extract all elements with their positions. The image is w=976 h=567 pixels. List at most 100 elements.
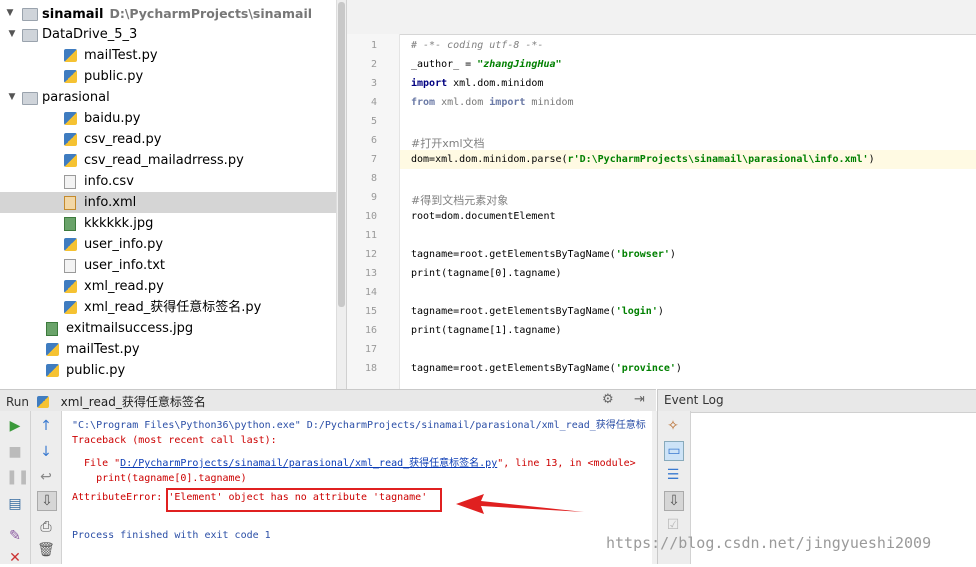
tree-item[interactable]: csv_read_mailadrress.py: [0, 150, 336, 171]
watermark: https://blog.csdn.net/jingyueshi2009: [606, 534, 932, 552]
project-tree: ▼ sinamail D:\PycharmProjects\sinamail ▼ D…: [0, 0, 336, 389]
stop-icon[interactable]: ■: [6, 443, 24, 461]
scrollbar-thumb[interactable]: [338, 2, 345, 307]
tree-item[interactable]: info.csv: [0, 171, 336, 192]
tree-item-label: DataDrive_5_3: [42, 27, 138, 42]
tree-item-label: public.py: [84, 69, 144, 84]
console-finished: Process finished with exit code 1: [72, 530, 271, 541]
soft-wrap-icon[interactable]: ↩: [37, 468, 55, 486]
settings-icon[interactable]: ☰: [664, 466, 682, 484]
close-icon[interactable]: ✕: [6, 549, 24, 567]
tree-item-label: user_info.txt: [84, 258, 166, 273]
wrench-icon[interactable]: ✧: [664, 417, 682, 435]
code-line-2: _author_ = "zhangJingHua": [411, 59, 562, 70]
xml-file-icon: [64, 196, 76, 210]
tree-scrollbar[interactable]: [336, 0, 346, 389]
root-name: sinamail: [42, 7, 104, 22]
line-number: 12: [364, 249, 377, 260]
console-code-line: print(tagname[0].tagname): [72, 473, 247, 484]
code-editor[interactable]: # -*- coding utf-8 -*- _author_ = "zhang…: [346, 0, 976, 389]
line-number: 16: [364, 325, 377, 336]
tree-item[interactable]: public.py: [0, 66, 336, 87]
python-file-icon: [36, 396, 49, 408]
tree-item[interactable]: kkkkkk.jpg: [0, 213, 336, 234]
tree-item[interactable]: csv_read.py: [0, 129, 336, 150]
line-number: 18: [364, 363, 377, 374]
text-file-icon: [64, 259, 76, 273]
run-label: Run: [6, 395, 30, 409]
tree-item-label: exitmailsuccess.jpg: [66, 321, 194, 336]
console-traceback: Traceback (most recent call last):: [72, 435, 277, 446]
code-line-7: dom=xml.dom.minidom.parse(r'D:\PycharmPr…: [411, 154, 875, 165]
code-line-13: print(tagname[0].tagname): [411, 268, 562, 279]
tree-item-label: xml_read.py: [84, 279, 164, 294]
python-file-icon: [64, 280, 77, 293]
tree-item[interactable]: ▼ DataDrive_5_3: [0, 24, 336, 45]
tree-item[interactable]: user_info.txt: [0, 255, 336, 276]
down-arrow-icon[interactable]: ↓: [37, 443, 55, 461]
gear-icon[interactable]: ⚙: [602, 392, 614, 407]
run-config-name[interactable]: xml_read_获得任意标签名: [61, 395, 206, 409]
expand-arrow-icon[interactable]: ▼: [4, 3, 16, 24]
tree-item-label: baidu.py: [84, 111, 141, 126]
code-line-1: # -*- coding utf-8 -*-: [411, 40, 544, 51]
tree-item[interactable]: xml_read_获得任意标签名.py: [0, 297, 336, 318]
red-arrow-icon: [456, 494, 584, 514]
tree-item-label: info.xml: [84, 195, 137, 210]
line-number: 13: [364, 268, 377, 279]
run-toolbar-secondary: ↑ ↓ ↩ ⇩ ⎙ 🗑: [31, 411, 62, 564]
folder-icon: [22, 29, 38, 42]
line-number: 17: [364, 344, 377, 355]
tree-item[interactable]: baidu.py: [0, 108, 336, 129]
image-file-icon: [46, 322, 58, 336]
expand-arrow-icon[interactable]: ▼: [6, 87, 18, 108]
tree-item-label: user_info.py: [84, 237, 164, 252]
tree-item-label: info.csv: [84, 174, 134, 189]
tree-item[interactable]: mailTest.py: [0, 45, 336, 66]
balloon-icon[interactable]: ▭: [664, 441, 684, 461]
print-icon[interactable]: ⎙: [37, 518, 55, 536]
line-number: 6: [370, 135, 377, 146]
tree-item-label: csv_read_mailadrress.py: [84, 153, 244, 168]
code-line-4: from xml.dom import minidom: [411, 97, 574, 108]
tree-root[interactable]: ▼ sinamail D:\PycharmProjects\sinamail: [0, 3, 336, 24]
run-toolbar: ▶ ■ ❚❚ ▤ ✎ ✕: [0, 411, 31, 567]
tree-item-label: kkkkkk.jpg: [84, 216, 154, 231]
rerun-icon[interactable]: ▶: [6, 417, 24, 435]
python-file-icon: [64, 133, 77, 146]
line-number: 2: [370, 59, 377, 70]
expand-arrow-icon[interactable]: ▼: [6, 24, 18, 45]
image-file-icon: [64, 217, 76, 231]
line-number: 3: [370, 78, 377, 89]
layout-icon[interactable]: ▤: [6, 495, 24, 513]
code-line-15: tagname=root.getElementsByTagName('login…: [411, 306, 664, 317]
python-file-icon: [64, 70, 77, 83]
pause-icon[interactable]: ❚❚: [6, 468, 29, 486]
tree-item-label: mailTest.py: [84, 48, 158, 63]
console-command: "C:\Program Files\Python36\python.exe" D…: [72, 420, 646, 431]
error-file-link[interactable]: D:/PycharmProjects/sinamail/parasional/x…: [120, 458, 497, 469]
line-number: 5: [370, 116, 377, 127]
console-file-line: File "D:/PycharmProjects/sinamail/parasi…: [72, 458, 636, 469]
tree-item[interactable]: exitmailsuccess.jpg: [0, 318, 336, 339]
line-number: 11: [364, 230, 377, 241]
pin-icon[interactable]: ✎: [6, 527, 24, 545]
tree-item[interactable]: mailTest.py: [0, 339, 336, 360]
tree-item[interactable]: public.py: [0, 360, 336, 381]
up-arrow-icon[interactable]: ↑: [37, 417, 55, 435]
tree-item-label: xml_read_获得任意标签名.py: [84, 300, 262, 315]
hide-panel-icon[interactable]: ⇥: [634, 392, 645, 407]
folder-icon: [22, 92, 38, 105]
line-number: 4: [370, 97, 377, 108]
tree-item[interactable]: ▼ parasional: [0, 87, 336, 108]
mark-read-icon[interactable]: ☑: [664, 516, 682, 534]
tree-item[interactable]: user_info.py: [0, 234, 336, 255]
error-highlight-box: [166, 488, 442, 512]
scroll-to-end-icon[interactable]: ⇩: [37, 491, 57, 511]
line-number: 1: [370, 40, 377, 51]
tree-item[interactable]: info.xml: [0, 192, 336, 213]
tree-item[interactable]: xml_read.py: [0, 276, 336, 297]
trash-icon[interactable]: 🗑: [37, 541, 55, 559]
code-line-12: tagname=root.getElementsByTagName('brows…: [411, 249, 676, 260]
scroll-to-end-icon[interactable]: ⇩: [664, 491, 684, 511]
